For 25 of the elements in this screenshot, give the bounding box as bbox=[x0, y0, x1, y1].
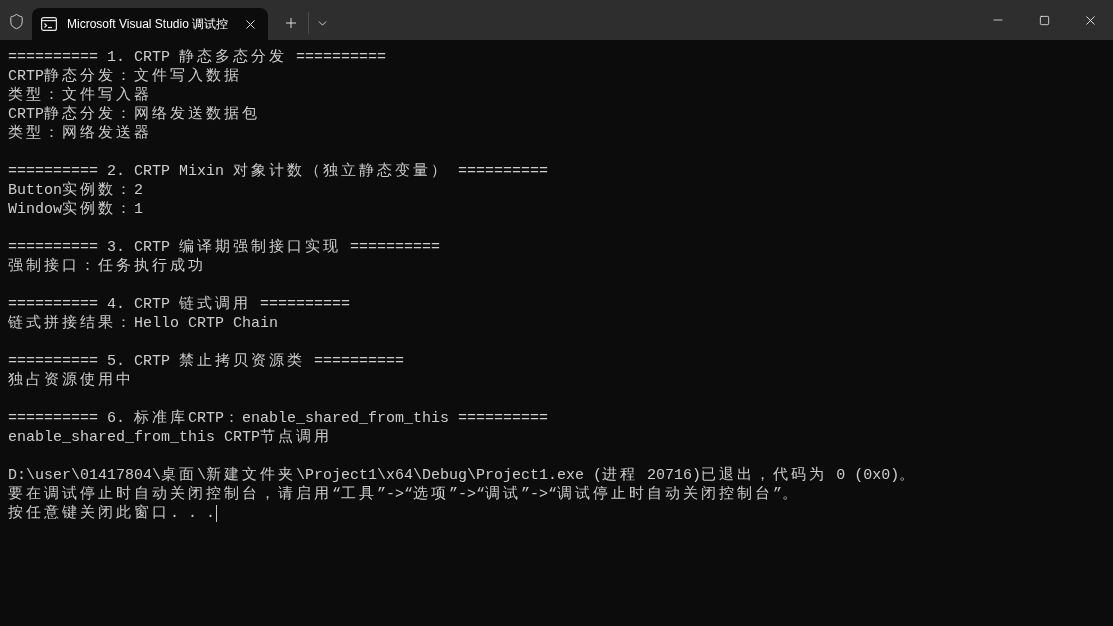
output-line: CRTP静态分发：网络发送数据包 bbox=[8, 105, 260, 124]
output-line: 链式拼接结果：Hello CRTP Chain bbox=[8, 314, 279, 333]
tab-title: Microsoft Visual Studio 调试控 bbox=[67, 16, 230, 33]
section-heading: ========== 4. CRTP 链式调用 ========== bbox=[8, 295, 351, 314]
plus-icon bbox=[283, 15, 299, 31]
section-heading: ========== 5. CRTP 禁止拷贝资源类 ========== bbox=[8, 352, 405, 371]
console-window-icon bbox=[41, 17, 57, 31]
output-line: enable_shared_from_this CRTP节点调用 bbox=[8, 428, 333, 447]
output-line: Button实例数：2 bbox=[8, 181, 144, 200]
output-line: Window实例数：1 bbox=[8, 200, 144, 219]
maximize-icon bbox=[1038, 14, 1050, 26]
section-heading: ========== 1. CRTP 静态多态分发 ========== bbox=[8, 48, 387, 67]
output-line: 要在调试停止时自动关闭控制台，请启用“工具”->“选项”->“调试”->“调试停止时自动关闭控制台”。 bbox=[8, 485, 801, 504]
section-heading: ========== 2. CRTP Mixin 对象计数（独立静态变量） ========== bbox=[8, 162, 549, 181]
output-line: 类型：网络发送器 bbox=[8, 124, 152, 143]
output-line: 强制接口：任务执行成功 bbox=[8, 257, 206, 276]
output-line: D:\user\01417804\桌面\新建文件夹\Project1\x64\Debug\Project1.exe (进程 20716)已退出，代码为 0 (0x0)。 bbox=[8, 466, 918, 485]
section-heading: ========== 3. CRTP 编译期强制接口实现 ========== bbox=[8, 238, 441, 257]
output-line: 独占资源使用中 bbox=[8, 371, 134, 390]
output-line: 类型：文件写入器 bbox=[8, 86, 152, 105]
shield-icon bbox=[7, 13, 25, 30]
output-line: 按任意键关闭此窗口. . . bbox=[8, 504, 215, 523]
text-cursor bbox=[216, 505, 217, 522]
tab[interactable]: Microsoft Visual Studio 调试控 bbox=[32, 8, 268, 40]
output-line: CRTP静态分发：文件写入数据 bbox=[8, 67, 242, 86]
